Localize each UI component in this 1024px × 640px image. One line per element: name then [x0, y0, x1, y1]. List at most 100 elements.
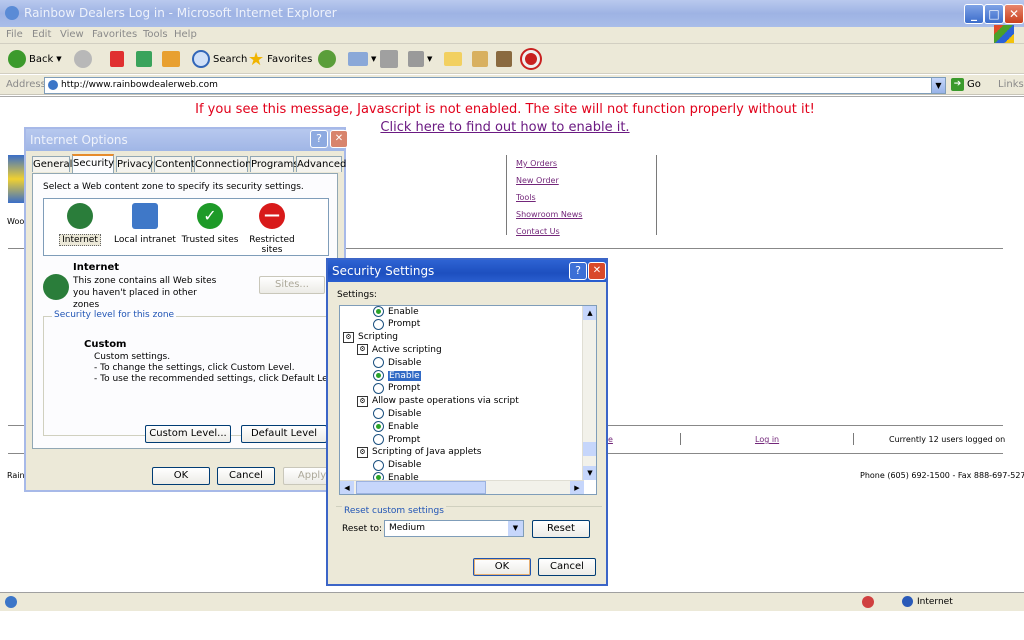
nav-divider-left [506, 155, 507, 235]
back-button[interactable]: Back ▼ [8, 49, 62, 69]
nav-contact-us[interactable]: Contact Us [516, 227, 560, 236]
setting-option-row[interactable]: Disable [373, 357, 421, 369]
maximize-button[interactable]: □ [984, 4, 1004, 24]
nav-new-order[interactable]: New Order [516, 176, 559, 185]
home-icon [162, 51, 180, 67]
status-bar: Internet [0, 592, 1024, 611]
vertical-scrollbar[interactable]: ▲ ▼ [582, 306, 596, 480]
folder-icon [444, 52, 462, 66]
settings-tree[interactable]: Enable Prompt ⚙ Scripting ⚙ Active scripting D… [339, 305, 597, 495]
setting-option-row[interactable]: Enable [373, 370, 421, 381]
minimize-button[interactable]: _ [964, 4, 984, 24]
setting-option-row[interactable]: Disable [373, 408, 421, 420]
reset-to-label: Reset to: [342, 524, 383, 534]
scroll-down-arrow-icon[interactable]: ▼ [583, 466, 596, 480]
zone-internet[interactable]: Internet [54, 203, 106, 246]
login-link[interactable]: Log in [755, 435, 779, 444]
zone-restricted-sites[interactable]: — Restricted sites [244, 203, 300, 255]
tab-advanced[interactable]: Advanced [296, 156, 346, 172]
target-button[interactable] [522, 49, 540, 69]
reset-level-select[interactable]: Medium ▼ [384, 520, 524, 537]
menu-view[interactable]: View [60, 29, 84, 40]
reset-button[interactable]: Reset [532, 520, 590, 538]
setting-option-row[interactable]: Enable [373, 421, 419, 433]
mail-button[interactable]: ▼ [348, 49, 376, 69]
research-button[interactable] [472, 49, 488, 69]
favorites-button[interactable]: ★ Favorites [248, 48, 312, 70]
address-bar: Address http://www.rainbowdealerweb.com … [0, 75, 1024, 95]
zone-local-intranet[interactable]: Local intranet [114, 203, 176, 245]
sites-button[interactable]: Sites... [259, 276, 325, 294]
help-button[interactable]: ? [569, 262, 587, 280]
setting-option-row[interactable]: Enable [373, 306, 419, 317]
setting-option-row[interactable]: Prompt [373, 382, 420, 394]
close-button[interactable]: ✕ [588, 262, 606, 280]
setting-label: Disable [388, 460, 422, 471]
zone-trusted-sites-label: Trusted sites [181, 235, 239, 245]
help-button[interactable]: ? [310, 130, 328, 148]
media-icon [496, 51, 512, 67]
security-tab-panel: Select a Web content zone to specify its… [32, 173, 344, 449]
menu-bar: File Edit View Favorites Tools Help [0, 25, 1024, 44]
close-button[interactable]: ✕ [330, 130, 348, 148]
history-button[interactable] [318, 49, 336, 69]
tab-privacy[interactable]: Privacy [116, 156, 153, 172]
close-button[interactable]: ✕ [1004, 4, 1024, 24]
menu-tools[interactable]: Tools [143, 29, 168, 40]
scroll-right-arrow-icon[interactable]: ▶ [570, 481, 584, 494]
tab-connections[interactable]: Connections [194, 156, 257, 172]
setting-group-row: ⚙ Allow paste operations via script [357, 395, 519, 407]
star-icon: ★ [248, 48, 265, 70]
setting-group-row: ⚙ Active scripting [357, 344, 442, 356]
address-label: Address [6, 79, 46, 90]
links-label[interactable]: Links [998, 79, 1024, 90]
edit-button[interactable]: ▼ [408, 49, 432, 69]
tab-general[interactable]: General [32, 156, 72, 172]
nav-showroom-news[interactable]: Showroom News [516, 210, 582, 219]
nav-tools[interactable]: Tools [516, 193, 536, 202]
menu-favorites[interactable]: Favorites [92, 29, 137, 40]
dropdown-arrow-icon: ▼ [56, 55, 62, 63]
tab-content[interactable]: Content [154, 156, 195, 172]
reset-level-value: Medium [389, 523, 425, 533]
custom-level-button[interactable]: Custom Level... [145, 425, 231, 443]
edit-icon [408, 51, 424, 67]
menu-file[interactable]: File [6, 29, 23, 40]
setting-option-row[interactable]: Prompt [373, 318, 420, 330]
nav-my-orders[interactable]: My Orders [516, 159, 557, 168]
zone-trusted-sites[interactable]: ✓ Trusted sites [180, 203, 240, 245]
setting-label: Enable [388, 306, 419, 317]
scroll-up-arrow-icon[interactable]: ▲ [583, 306, 596, 320]
cancel-button[interactable]: Cancel [217, 467, 275, 485]
address-dropdown-button[interactable]: ▼ [931, 77, 946, 94]
tab-programs[interactable]: Programs [250, 156, 298, 172]
scroll-left-arrow-icon[interactable]: ◀ [340, 481, 354, 494]
menu-help[interactable]: Help [174, 29, 197, 40]
folder-button[interactable] [444, 49, 462, 69]
menu-edit[interactable]: Edit [32, 29, 51, 40]
rain-text-fragment: Rain [7, 471, 25, 480]
footer-link-fragment[interactable]: e [608, 435, 613, 444]
media-button[interactable] [496, 49, 512, 69]
stop-button[interactable] [110, 49, 124, 69]
print-button[interactable] [380, 49, 398, 69]
setting-option-row[interactable]: Disable [373, 459, 422, 471]
tab-security[interactable]: Security [72, 154, 114, 173]
horizontal-scrollbar[interactable]: ◀ ▶ [340, 480, 584, 494]
ok-button[interactable]: OK [473, 558, 531, 576]
forward-button[interactable] [74, 49, 92, 69]
setting-option-row[interactable]: Prompt [373, 434, 420, 445]
cancel-button[interactable]: Cancel [538, 558, 596, 576]
internet-zone-globe-icon [43, 274, 69, 300]
refresh-button[interactable] [136, 49, 152, 69]
go-button[interactable]: ➔ Go [951, 78, 981, 91]
search-button[interactable]: Search [192, 49, 247, 69]
horizontal-scroll-thumb[interactable] [356, 481, 486, 494]
setting-label: Enable [388, 421, 419, 432]
address-input[interactable]: http://www.rainbowdealerweb.com [44, 77, 946, 94]
home-button[interactable] [162, 49, 180, 69]
default-level-button[interactable]: Default Level [241, 425, 327, 443]
scroll-thumb[interactable] [583, 442, 596, 456]
ok-button[interactable]: OK [152, 467, 210, 485]
ie-logo-icon [5, 6, 19, 20]
